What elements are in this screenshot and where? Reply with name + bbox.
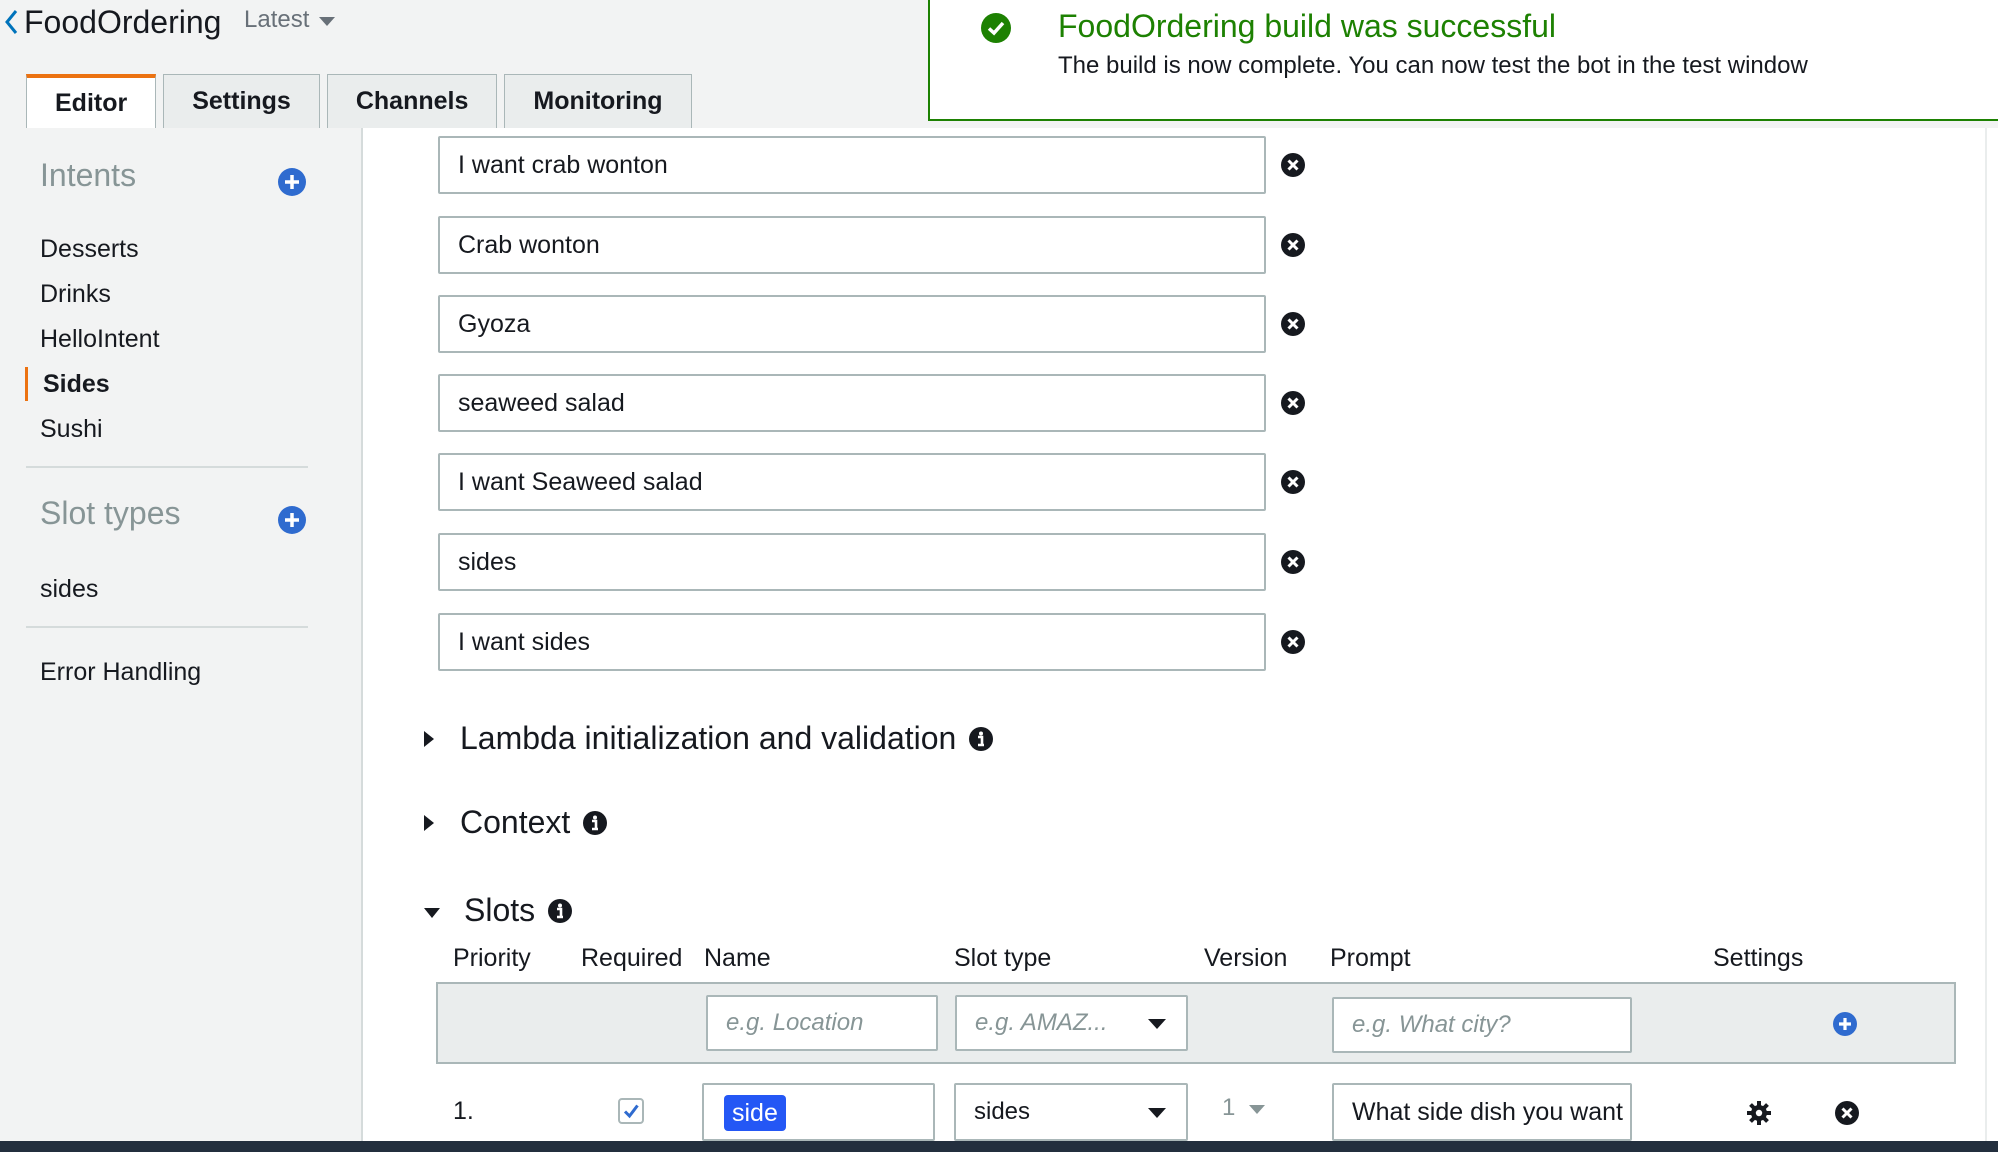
- section-lambda-title: Lambda initialization and validation: [460, 720, 957, 756]
- column-header-priority: Priority: [453, 944, 531, 972]
- caret-down-icon: [319, 17, 336, 26]
- tab-monitoring[interactable]: Monitoring: [504, 74, 692, 128]
- add-slot-plus-icon[interactable]: [1832, 1011, 1858, 1037]
- section-context-toggle[interactable]: Context: [424, 804, 608, 841]
- scrollbar-track[interactable]: [1985, 128, 1998, 1152]
- sidebar-item-error-handling[interactable]: Error Handling: [40, 658, 201, 687]
- caret-down-icon: [1148, 1108, 1166, 1118]
- notification-title: FoodOrdering build was successful: [1058, 8, 1557, 44]
- column-header-prompt: Prompt: [1330, 944, 1411, 972]
- caret-right-icon: [424, 730, 434, 747]
- editor-tabs: Editor Settings Channels Monitoring: [26, 74, 699, 129]
- utterance-row: [438, 374, 1305, 432]
- slot-type-placeholder: e.g. AMAZ...: [975, 1009, 1108, 1036]
- slot-priority: 1.: [453, 1097, 474, 1125]
- remove-x-icon[interactable]: [1280, 152, 1306, 178]
- remove-x-icon[interactable]: [1834, 1100, 1860, 1126]
- utterance-row: [438, 533, 1305, 591]
- column-header-version: Version: [1204, 944, 1288, 972]
- new-slot-type-select[interactable]: e.g. AMAZ...: [955, 995, 1188, 1051]
- sidebar-item-drinks[interactable]: Drinks: [40, 280, 111, 309]
- tab-channels[interactable]: Channels: [326, 74, 498, 128]
- slot-version-value: 1: [1222, 1094, 1236, 1121]
- column-header-slot-type: Slot type: [954, 944, 1052, 972]
- version-dropdown[interactable]: Latest: [244, 6, 336, 34]
- utterance-input[interactable]: [438, 295, 1266, 353]
- utterance-row: [438, 295, 1305, 353]
- slot-name-field[interactable]: side: [702, 1083, 935, 1141]
- active-indicator: [25, 367, 28, 401]
- slot-prompt-value: What side dish you want: [1352, 1097, 1623, 1126]
- utterance-input[interactable]: [438, 453, 1266, 511]
- caret-right-icon: [424, 814, 434, 831]
- slot-type-value: sides: [974, 1098, 1031, 1125]
- tab-settings[interactable]: Settings: [163, 74, 320, 128]
- utterance-row: [438, 453, 1305, 511]
- sidebar-item-hellointent[interactable]: HelloIntent: [40, 325, 160, 354]
- slot-types-heading: Slot types: [40, 495, 181, 531]
- new-slot-name-input[interactable]: [706, 995, 938, 1051]
- caret-down-icon: [1249, 1105, 1266, 1114]
- gear-icon[interactable]: [1746, 1100, 1772, 1126]
- utterance-row: [438, 136, 1305, 194]
- info-icon[interactable]: [582, 810, 608, 836]
- tab-editor[interactable]: Editor: [26, 74, 157, 129]
- column-header-required: Required: [581, 944, 683, 972]
- sidebar-divider: [26, 626, 308, 628]
- notification-message: The build is now complete. You can now t…: [1058, 52, 1808, 79]
- info-icon[interactable]: [547, 898, 573, 924]
- section-slots-title: Slots: [464, 892, 536, 928]
- add-slot-type-plus-icon[interactable]: [277, 505, 307, 535]
- bot-name: FoodOrdering: [24, 3, 222, 40]
- new-slot-prompt-input[interactable]: [1332, 997, 1632, 1053]
- remove-x-icon[interactable]: [1280, 629, 1306, 655]
- sidebar-item-sides[interactable]: Sides: [43, 370, 110, 399]
- chevron-left-icon: [0, 4, 22, 40]
- build-success-notification: FoodOrdering build was successful The bu…: [928, 0, 1998, 121]
- add-intent-plus-icon[interactable]: [277, 167, 307, 197]
- utterance-input[interactable]: [438, 216, 1266, 274]
- utterance-input[interactable]: [438, 374, 1266, 432]
- utterance-input[interactable]: [438, 613, 1266, 671]
- intents-heading: Intents: [40, 157, 137, 193]
- section-slots-toggle[interactable]: Slots: [424, 892, 573, 929]
- slot-name-chip: side: [724, 1095, 786, 1131]
- sidebar: Intents Desserts Drinks HelloIntent Side…: [0, 128, 363, 1152]
- caret-down-icon: [1148, 1019, 1166, 1029]
- remove-x-icon[interactable]: [1280, 311, 1306, 337]
- utterance-row: [438, 613, 1305, 671]
- checkmark-icon: [623, 1104, 639, 1119]
- bottom-bar: [0, 1141, 1998, 1152]
- slot-version-dropdown[interactable]: 1: [1222, 1094, 1266, 1122]
- column-header-settings: Settings: [1713, 944, 1804, 972]
- column-header-name: Name: [704, 944, 771, 972]
- section-context-title: Context: [460, 804, 571, 840]
- remove-x-icon[interactable]: [1280, 549, 1306, 575]
- remove-x-icon[interactable]: [1280, 232, 1306, 258]
- slot-type-select[interactable]: sides: [954, 1083, 1188, 1141]
- utterance-input[interactable]: [438, 136, 1266, 194]
- remove-x-icon[interactable]: [1280, 390, 1306, 416]
- info-icon[interactable]: [968, 726, 994, 752]
- back-to-bots-link[interactable]: FoodOrdering: [0, 0, 221, 44]
- sidebar-item-sushi[interactable]: Sushi: [40, 415, 103, 444]
- slot-required-checkbox[interactable]: [618, 1098, 644, 1124]
- check-circle-icon: [980, 12, 1012, 49]
- utterance-input[interactable]: [438, 533, 1266, 591]
- utterance-row: [438, 216, 1305, 274]
- section-lambda-toggle[interactable]: Lambda initialization and validation: [424, 720, 994, 757]
- sidebar-item-desserts[interactable]: Desserts: [40, 235, 139, 264]
- sidebar-divider: [26, 466, 308, 468]
- new-slot-row: [436, 982, 1956, 1064]
- version-label: Latest: [244, 6, 310, 33]
- caret-down-icon: [424, 907, 440, 918]
- slot-prompt-field[interactable]: What side dish you want: [1332, 1083, 1632, 1141]
- remove-x-icon[interactable]: [1280, 469, 1306, 495]
- sidebar-item-slot-type-sides[interactable]: sides: [40, 575, 98, 604]
